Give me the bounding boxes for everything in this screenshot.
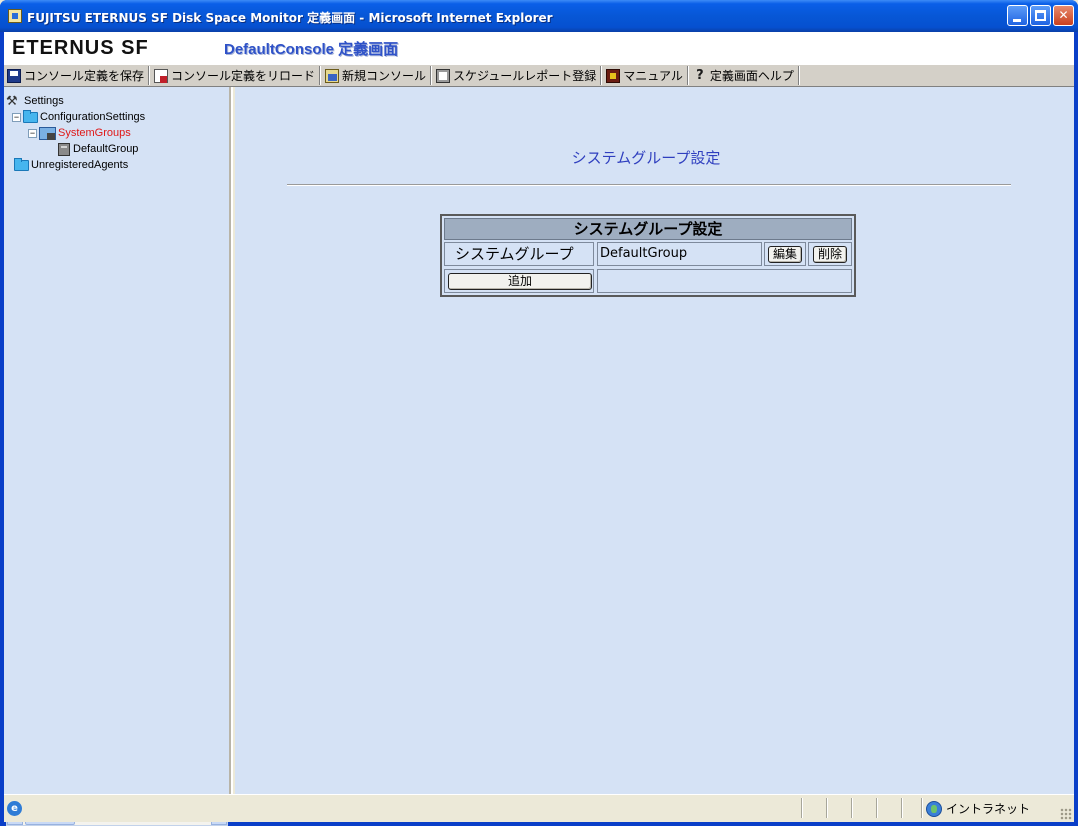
system-group-label: システムグループ: [444, 242, 594, 266]
title-bar[interactable]: FUJITSU ETERNUS SF Disk Space Monitor 定義…: [0, 0, 1078, 32]
system-groups-icon: [39, 126, 56, 140]
window-title: FUJITSU ETERNUS SF Disk Space Monitor 定義…: [27, 11, 553, 25]
content-frame: システムグループ設定 システムグループ設定 システムグループ DefaultGr…: [233, 87, 1074, 794]
reload-icon: [154, 68, 169, 83]
browser-client-area: ETERNUS SF DefaultConsole 定義画面 コンソール定義を保…: [4, 32, 1074, 826]
maximize-button[interactable]: [1030, 5, 1051, 26]
system-group-settings-table: システムグループ設定 システムグループ DefaultGroup 編集 削除 追…: [440, 214, 856, 297]
eternus-logo: ETERNUS SF: [12, 37, 149, 59]
collapse-icon[interactable]: −: [28, 128, 37, 138]
intranet-globe-icon: [926, 800, 942, 817]
help-label: 定義画面ヘルプ: [709, 69, 794, 83]
reload-console-button[interactable]: コンソール定義をリロード: [151, 66, 321, 85]
folder-icon: [14, 157, 29, 171]
empty-cell: [597, 269, 852, 293]
tree-item-default-group[interactable]: DefaultGroup: [6, 141, 145, 157]
navigation-frame: ⚒ Settings − ConfigurationSettings − Sys…: [4, 87, 231, 826]
new-console-button[interactable]: 新規コンソール: [322, 66, 432, 85]
tree-label-settings: Settings: [24, 95, 64, 107]
server-icon: [58, 142, 70, 156]
tree-item-configuration-settings[interactable]: − ConfigurationSettings: [6, 109, 145, 125]
page-title: システムグループ設定: [571, 149, 721, 167]
status-bar: e イントラネット: [4, 794, 1074, 822]
security-zone: イントラネット: [926, 800, 1030, 817]
table-header: システムグループ設定: [444, 218, 852, 240]
save-console-button[interactable]: コンソール定義を保存: [4, 66, 150, 85]
manual-button[interactable]: マニュアル: [603, 66, 688, 85]
tools-icon: ⚒: [6, 93, 18, 108]
toolbar: コンソール定義を保存 コンソール定義をリロード 新規コンソール スケジュールレポ…: [4, 64, 1074, 87]
maximize-icon: [1035, 10, 1046, 21]
schedule-report-button[interactable]: スケジュールレポート登録: [433, 66, 602, 85]
delete-cell: 削除: [808, 242, 852, 266]
tree-label-unregistered-agents: UnregisteredAgents: [31, 159, 129, 171]
close-button[interactable]: ✕: [1053, 5, 1074, 26]
tree-item-system-groups[interactable]: − SystemGroups: [6, 125, 145, 141]
tree-item-settings[interactable]: ⚒ Settings: [6, 93, 145, 109]
schedule-report-icon: [436, 68, 451, 83]
save-console-label: コンソール定義を保存: [24, 69, 145, 83]
status-separator: [851, 798, 852, 818]
new-console-label: 新規コンソール: [342, 69, 427, 83]
tree-label-system-groups: SystemGroups: [58, 127, 131, 139]
status-separator: [901, 798, 902, 818]
status-separator: [921, 798, 922, 818]
manual-label: マニュアル: [623, 69, 683, 83]
collapse-icon[interactable]: −: [12, 112, 21, 122]
delete-button[interactable]: 削除: [813, 246, 847, 263]
edit-cell: 編集: [764, 242, 806, 266]
app-icon: [8, 9, 22, 23]
system-group-value: DefaultGroup: [597, 242, 762, 266]
settings-tree: ⚒ Settings − ConfigurationSettings − Sys…: [6, 93, 145, 173]
tree-item-unregistered-agents[interactable]: UnregisteredAgents: [6, 157, 145, 173]
resize-grip-icon[interactable]: [1060, 808, 1072, 820]
ie-page-icon: e: [7, 801, 22, 816]
help-button[interactable]: ? 定義画面ヘルプ: [690, 66, 799, 85]
minimize-button[interactable]: [1007, 5, 1028, 26]
divider: [287, 184, 1011, 186]
minimize-icon: [1013, 19, 1021, 22]
status-separator: [801, 798, 802, 818]
tree-label-configuration-settings: ConfigurationSettings: [40, 111, 146, 123]
header-banner: ETERNUS SF DefaultConsole 定義画面: [4, 32, 1074, 64]
save-icon: [7, 68, 21, 83]
folder-icon: [23, 109, 38, 123]
console-title: DefaultConsole 定義画面: [224, 41, 399, 58]
status-separator: [876, 798, 877, 818]
zone-label: イントラネット: [946, 802, 1031, 816]
manual-icon: [606, 68, 621, 83]
schedule-report-label: スケジュールレポート登録: [453, 69, 597, 83]
new-console-icon: [325, 68, 340, 83]
help-icon: ?: [696, 67, 704, 83]
browser-window: FUJITSU ETERNUS SF Disk Space Monitor 定義…: [0, 0, 1078, 826]
tree-label-default-group: DefaultGroup: [73, 143, 139, 155]
add-cell: 追加: [444, 269, 594, 293]
status-separator: [826, 798, 827, 818]
reload-console-label: コンソール定義をリロード: [171, 69, 316, 83]
add-button[interactable]: 追加: [448, 273, 592, 290]
edit-button[interactable]: 編集: [768, 246, 802, 263]
